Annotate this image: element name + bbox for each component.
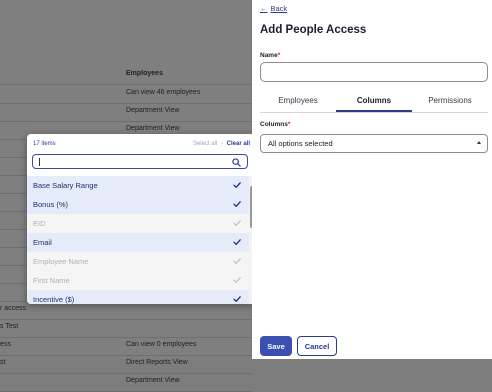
- dropdown-option: First Name: [27, 271, 249, 290]
- dropdown-option-list: Base Salary Range Bonus (%) EID Email Employ…: [27, 176, 249, 304]
- dropdown-actions: Select all - Clear all: [193, 141, 250, 147]
- chevron-up-icon: [477, 141, 481, 144]
- dropdown-option: EID: [27, 214, 249, 233]
- table-cell-employees: Can view 46 employees: [126, 89, 201, 96]
- checkmark-icon: [233, 182, 241, 188]
- dropdown-option[interactable]: Incentive ($): [27, 290, 249, 304]
- table-cell-employees: Department View: [126, 377, 180, 384]
- table-cell-employees: Direct Reports View: [126, 359, 188, 366]
- name-label-text: Name: [260, 52, 278, 59]
- option-label: Bonus (%): [33, 200, 69, 209]
- columns-dropdown-popover: 17 items Select all - Clear all Base Sal…: [27, 134, 255, 304]
- columns-select[interactable]: All options selected: [260, 134, 488, 153]
- table-cell-name: ess: [0, 341, 11, 348]
- name-field-label: Name*: [260, 52, 280, 59]
- table-cell-employees: Can view 0 employees: [126, 341, 197, 348]
- dropdown-option: Employee Name: [27, 252, 249, 271]
- option-label: Base Salary Range: [33, 181, 98, 190]
- back-arrow-icon: ←: [260, 4, 268, 13]
- tab-bar: Employees Columns Permissions: [260, 90, 488, 113]
- option-label: Email: [33, 238, 52, 247]
- table-header-employees: Employees: [126, 70, 163, 77]
- save-button[interactable]: Save: [260, 336, 292, 356]
- table-cell-name: st: [0, 359, 6, 366]
- add-people-access-panel: ← Back Add People Access Name* Employees …: [252, 0, 492, 359]
- checkmark-icon: [233, 201, 241, 207]
- dropdown-option[interactable]: Bonus (%): [27, 195, 249, 214]
- cancel-button[interactable]: Cancel: [297, 336, 337, 356]
- checkmark-icon: [233, 220, 241, 226]
- clear-all-link[interactable]: Clear all: [227, 141, 250, 147]
- table-cell-name: r access: [0, 305, 27, 312]
- dropdown-option[interactable]: Email: [27, 233, 249, 252]
- columns-select-value: All options selected: [268, 139, 333, 148]
- tab-employees[interactable]: Employees: [260, 90, 336, 111]
- required-marker: *: [277, 52, 281, 59]
- tab-columns[interactable]: Columns: [336, 90, 412, 112]
- table-cell-name: s Test: [0, 323, 19, 330]
- checkmark-icon: [233, 277, 241, 283]
- table-row: Department View: [0, 373, 252, 392]
- table-row: s Test: [0, 319, 252, 338]
- text-caret: [39, 158, 40, 166]
- table-row: Can view 46 employees: [0, 85, 252, 104]
- option-label: Incentive ($): [33, 295, 75, 304]
- checkmark-icon: [233, 296, 241, 302]
- select-all-link[interactable]: Select all: [193, 141, 217, 147]
- checkmark-icon: [233, 239, 241, 245]
- search-icon: [232, 158, 241, 167]
- table-header-row: Employees: [0, 66, 252, 85]
- required-marker: *: [287, 121, 291, 128]
- checkmark-icon: [233, 258, 241, 264]
- item-count: 17 items: [33, 141, 56, 147]
- columns-label-text: Columns: [260, 121, 288, 128]
- table-row: st Direct Reports View: [0, 355, 252, 374]
- option-label: EID: [33, 219, 46, 228]
- option-label: First Name: [33, 276, 70, 285]
- tab-permissions[interactable]: Permissions: [412, 90, 488, 111]
- table-row: Department View: [0, 103, 252, 122]
- dropdown-search-input[interactable]: [32, 154, 248, 169]
- dropdown-option[interactable]: Base Salary Range: [27, 176, 249, 195]
- table-row: ess Can view 0 employees: [0, 337, 252, 356]
- table-cell-employees: Department View: [126, 107, 180, 114]
- action-separator: -: [220, 141, 223, 147]
- name-input[interactable]: [260, 62, 488, 82]
- back-link[interactable]: ← Back: [260, 4, 287, 13]
- panel-title: Add People Access: [260, 24, 367, 36]
- back-label: Back: [270, 4, 288, 13]
- option-label: Employee Name: [33, 257, 89, 266]
- columns-field-label: Columns*: [260, 121, 290, 128]
- table-cell-employees: Department View: [126, 125, 180, 132]
